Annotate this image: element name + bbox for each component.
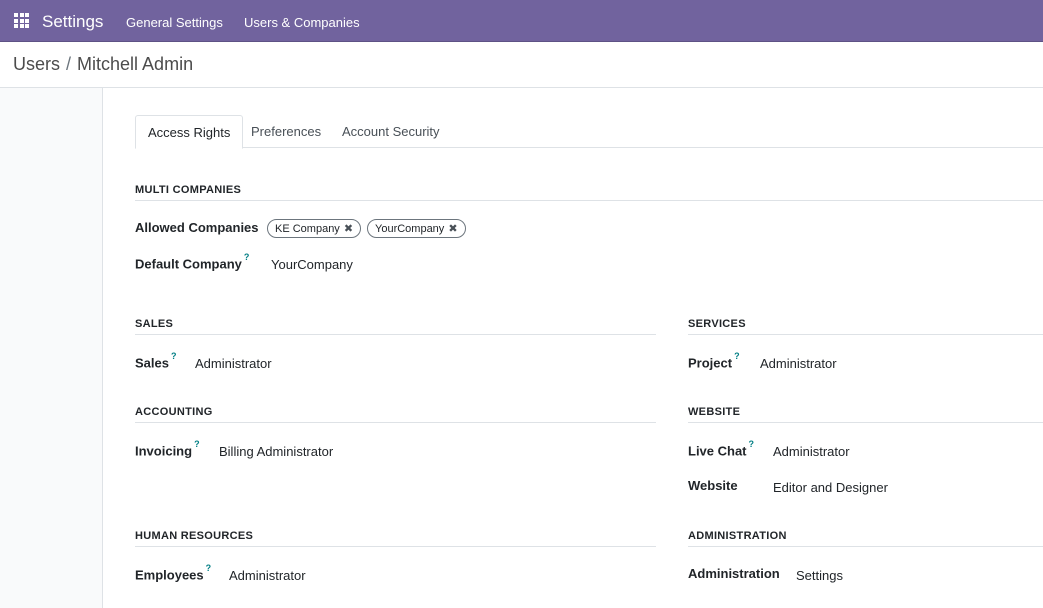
website-label: Website (688, 478, 738, 493)
website-value[interactable]: Editor and Designer (773, 480, 888, 495)
help-tooltip-icon[interactable]: ? (194, 439, 200, 449)
group-title-sales: SALES (135, 318, 656, 335)
employees-label: Employees? (135, 563, 212, 583)
live-chat-value[interactable]: Administrator (773, 444, 850, 459)
sales-label: Sales? (135, 351, 177, 371)
employees-value[interactable]: Administrator (229, 568, 306, 583)
project-label-text: Project (688, 355, 733, 371)
group-title-human-resources: HUMAN RESOURCES (135, 530, 656, 547)
administration-label: Administration (688, 566, 780, 581)
breadcrumb-users-link[interactable]: Users (13, 54, 60, 74)
notebook-tabs: Access Rights Preferences Account Securi… (135, 115, 1043, 149)
sales-label-text: Sales (135, 355, 169, 371)
company-tag: KE Company ✖ (267, 219, 362, 238)
default-company-label-text: Default Company (135, 256, 242, 272)
control-panel: Users / Mitchell Admin (0, 42, 1043, 88)
group-title-administration: ADMINISTRATION (688, 530, 1043, 547)
form-sheet: Access Rights Preferences Account Securi… (102, 88, 1043, 608)
invoicing-label: Invoicing? (135, 439, 200, 459)
live-chat-label: Live Chat? (688, 439, 755, 459)
help-tooltip-icon[interactable]: ? (206, 563, 212, 573)
group-title-multi-companies: MULTI COMPANIES (135, 184, 1043, 201)
project-value[interactable]: Administrator (760, 356, 837, 371)
remove-tag-icon[interactable]: ✖ (448, 223, 457, 235)
help-tooltip-icon[interactable]: ? (734, 351, 740, 361)
sales-value[interactable]: Administrator (195, 356, 272, 371)
default-company-value[interactable]: YourCompany (271, 257, 353, 272)
tab-account-security[interactable]: Account Security (330, 115, 452, 148)
help-tooltip-icon[interactable]: ? (171, 351, 177, 361)
breadcrumb-separator: / (66, 54, 72, 74)
project-label: Project? (688, 351, 740, 371)
group-title-website: WEBSITE (688, 406, 1043, 423)
group-title-accounting: ACCOUNTING (135, 406, 656, 423)
menu-users-companies[interactable]: Users & Companies (244, 15, 360, 30)
invoicing-label-text: Invoicing (135, 443, 193, 459)
company-tag: YourCompany ✖ (367, 219, 466, 238)
administration-value[interactable]: Settings (796, 568, 843, 583)
company-tag-label: YourCompany (375, 223, 445, 235)
help-tooltip-icon[interactable]: ? (244, 252, 250, 262)
invoicing-value[interactable]: Billing Administrator (219, 444, 333, 459)
group-title-services: SERVICES (688, 318, 1043, 335)
app-brand[interactable]: Settings (42, 12, 103, 32)
menu-general-settings[interactable]: General Settings (126, 15, 223, 30)
allowed-companies-label: Allowed Companies (135, 220, 259, 235)
remove-tag-icon[interactable]: ✖ (344, 223, 353, 235)
apps-menu-icon[interactable] (14, 13, 29, 28)
breadcrumb-current: Mitchell Admin (77, 54, 194, 74)
live-chat-label-text: Live Chat (688, 443, 747, 459)
top-navbar: Settings General Settings Users & Compan… (0, 0, 1043, 42)
company-tag-label: KE Company (275, 223, 340, 235)
breadcrumb: Users / Mitchell Admin (13, 54, 193, 75)
tab-access-rights[interactable]: Access Rights (135, 115, 244, 149)
employees-label-text: Employees (135, 567, 204, 583)
default-company-label: Default Company? (135, 252, 250, 272)
tab-preferences[interactable]: Preferences (239, 115, 333, 148)
help-tooltip-icon[interactable]: ? (749, 439, 755, 449)
